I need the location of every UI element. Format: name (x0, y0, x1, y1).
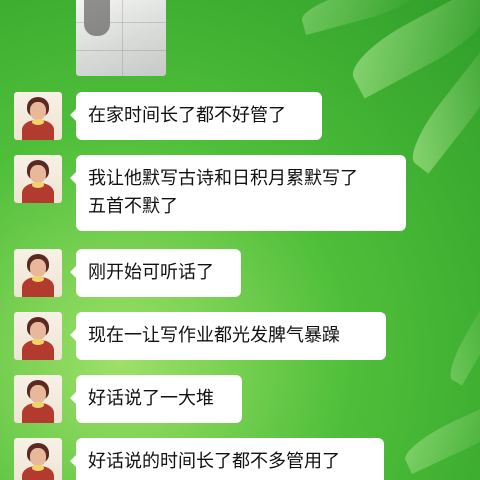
message-row: 在家时间长了都不好管了 (14, 92, 480, 140)
message-text: 在家时间长了都不好管了 (88, 105, 286, 126)
message-row: 我让他默写古诗和日积月累默写了 五首不默了 (14, 155, 480, 231)
message-text: 我让他默写古诗和日积月累默写了 (88, 168, 358, 189)
message-bubble[interactable]: 好话说了一大堆 (70, 375, 242, 423)
avatar[interactable] (14, 438, 62, 480)
avatar[interactable] (14, 249, 62, 297)
message-bubble[interactable]: 在家时间长了都不好管了 (70, 92, 322, 140)
floor-tile-line (76, 22, 166, 23)
message-text: 好话说的时间长了都不多管用了 (88, 451, 340, 472)
message-row: 刚开始可听话了 (14, 249, 480, 297)
message-row: 好话说了一大堆 (14, 375, 480, 423)
avatar[interactable] (14, 312, 62, 360)
message-row: 现在一让写作业都光发脾气暴躁 (14, 312, 480, 360)
message-row: 好话说的时间长了都不多管用了 (14, 438, 480, 480)
shared-photo-thumbnail[interactable] (76, 0, 166, 76)
message-bubble[interactable]: 我让他默写古诗和日积月累默写了 五首不默了 (70, 155, 406, 231)
avatar[interactable] (14, 92, 62, 140)
floor-tile-line (76, 50, 166, 51)
floor-tile-line (122, 0, 123, 76)
message-bubble[interactable]: 好话说的时间长了都不多管用了 (70, 438, 384, 480)
message-text: 刚开始可听话了 (88, 262, 214, 283)
avatar[interactable] (14, 375, 62, 423)
leaf-decoration (342, 0, 480, 99)
leaf-decoration (298, 0, 422, 36)
message-text: 好话说了一大堆 (88, 388, 214, 409)
message-text: 现在一让写作业都光发脾气暴躁 (88, 325, 340, 346)
avatar[interactable] (14, 155, 62, 203)
message-bubble[interactable]: 刚开始可听话了 (70, 249, 241, 297)
photo-content (84, 0, 110, 36)
message-bubble[interactable]: 现在一让写作业都光发脾气暴躁 (70, 312, 386, 360)
message-text: 五首不默了 (88, 196, 178, 217)
